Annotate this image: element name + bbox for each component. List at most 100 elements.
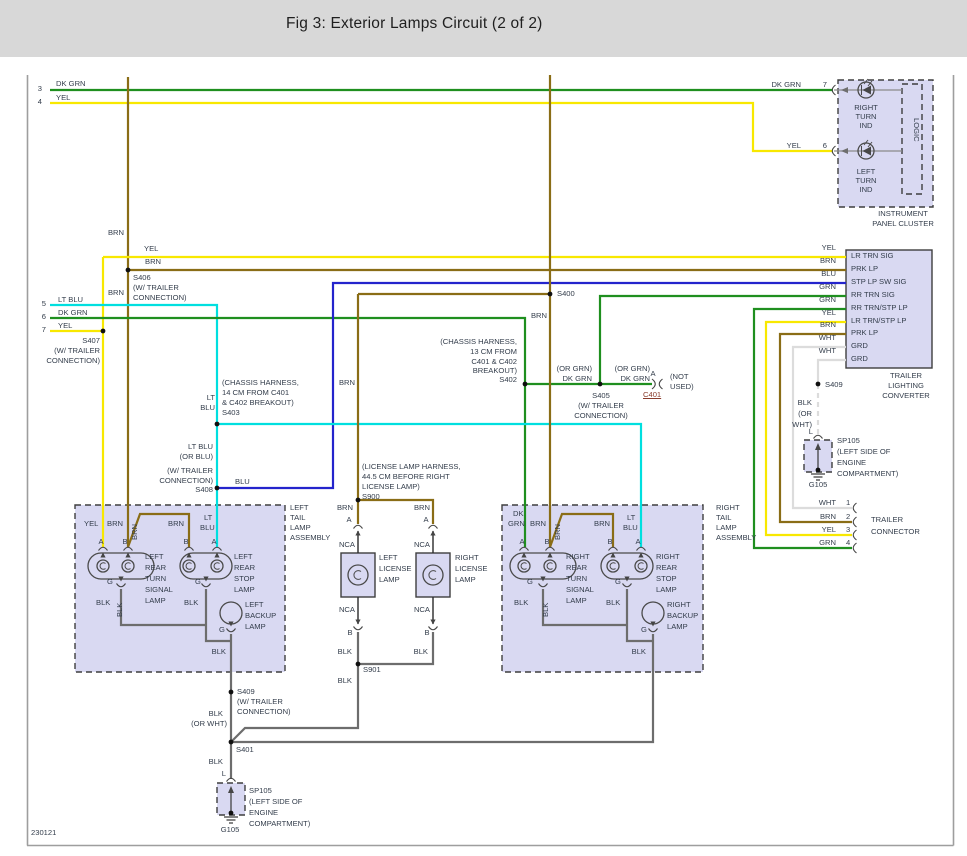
wire-label: GRN [508, 520, 525, 529]
wire-label: BLK [514, 599, 528, 608]
wire-label: SIGNAL [145, 586, 173, 595]
wire-label: BLU [200, 524, 215, 533]
wire-label: LICENSE [379, 565, 412, 574]
wire-label: BRN [337, 504, 353, 513]
wire-label: NCA [414, 541, 430, 550]
wire-label: BRN [339, 379, 355, 388]
wire-label: (LEFT SIDE OF [837, 448, 890, 457]
component-label: TRAILER [871, 516, 903, 525]
splice-label: S901 [363, 666, 381, 675]
wire-label: LAMP [455, 576, 476, 585]
pin-connector [853, 543, 856, 553]
wire-label: BLK [632, 648, 646, 657]
pin-connector [853, 503, 856, 513]
left-license-lamp-box [341, 553, 375, 597]
pin-number: 3 [38, 85, 42, 94]
wire-label: BLK [798, 399, 812, 408]
wire-label: BLK [184, 599, 198, 608]
wire-label: YEL [56, 94, 70, 103]
component-label: ASSEMBLY [716, 534, 756, 543]
wire-label: A [519, 538, 524, 547]
wire-label: BLK [542, 603, 551, 617]
wire-label: G [219, 626, 225, 635]
wire-label: B [607, 538, 612, 547]
wire-label: (CHASSIS HARNESS, [222, 379, 299, 388]
wire-label: LT BLU [188, 443, 213, 452]
terminal-arrow [355, 531, 360, 536]
splice-label: S409 [237, 688, 255, 697]
pin-number: 6 [823, 142, 827, 151]
wire-label: BRN [108, 289, 124, 298]
connector-layer [99, 85, 857, 782]
wire-label: G [107, 578, 113, 587]
wire-label: COMPARTMENT) [837, 470, 898, 479]
component-label: TRAILER [890, 372, 922, 381]
pin-connector [853, 517, 856, 527]
wire-label: GRN [819, 296, 836, 305]
wire-label: YEL [822, 309, 836, 318]
wire-label: (W/ TRAILER [133, 284, 179, 293]
wire-label: BRN [820, 513, 836, 522]
component-label: PANEL CLUSTER [872, 220, 934, 229]
splice-label: S409 [825, 381, 843, 390]
wire-label: (W/ TRAILER [237, 698, 283, 707]
pin-number: 7 [823, 81, 827, 90]
splice-dot-s409-left [229, 690, 234, 695]
wire-label: WHT [819, 334, 836, 343]
ground-label: G105 [809, 481, 828, 490]
wire-label: LAMP [566, 597, 587, 606]
wire-label: RIGHT [667, 601, 691, 610]
wire-label: COMPARTMENT) [249, 820, 310, 829]
wire-label: STOP [234, 575, 255, 584]
wire-label: NCA [339, 541, 355, 550]
wire-label: LT [207, 394, 215, 403]
splice-dot-s407 [101, 329, 106, 334]
wire-label: A [635, 538, 640, 547]
wire-label: TURN [566, 575, 587, 584]
pin-number: 4 [846, 539, 850, 548]
wire-label: (CHASSIS HARNESS, [440, 338, 517, 347]
splice-label: S408 [195, 486, 213, 495]
wire-label: BRN [168, 520, 184, 529]
wire-label: LICENSE [455, 565, 488, 574]
wire-label: B [424, 629, 429, 638]
wire-label: BLK [209, 710, 223, 719]
inline-connector [652, 379, 655, 389]
terminal-arc [354, 525, 363, 528]
wire-label: DK GRN [771, 81, 801, 90]
wire-label: BLK [606, 599, 620, 608]
terminal-arrow [355, 620, 360, 625]
inline-connector [814, 435, 823, 438]
wire-label: LEFT [234, 553, 253, 562]
diagram-code: 230121 [31, 829, 56, 838]
pin-number: 2 [846, 513, 850, 522]
connector-label: C401 [643, 391, 661, 400]
wire-label: (OR WHT) [191, 720, 227, 729]
wire-label: STP LP SW SIG [851, 278, 906, 287]
wire-label: LICENSE LAMP) [362, 483, 420, 492]
wire-label: ENGINE [837, 459, 866, 468]
pin-number: 4 [38, 98, 42, 107]
wire-label: G [641, 626, 647, 635]
wire-label: GRD [851, 355, 868, 364]
wire-label: LT [204, 514, 212, 523]
wire-label: YEL [144, 245, 158, 254]
wire-label: CONNECTION) [133, 294, 187, 303]
wire-label: PRK LP [851, 329, 878, 338]
wire-label: REAR [656, 564, 677, 573]
wire-label: BRN [820, 257, 836, 266]
splice-dot-s901 [356, 662, 361, 667]
wire-yel [50, 103, 833, 151]
wire-label: RIGHT [455, 554, 479, 563]
wire-label: BRN [531, 312, 547, 321]
wire-label: LT BLU [58, 296, 83, 305]
wire-label: DK GRN [56, 80, 86, 89]
component-label: RIGHT [716, 504, 740, 513]
wire-label: B [183, 538, 188, 547]
wire-label: DK [513, 510, 524, 519]
wire-label: YEL [822, 526, 836, 535]
wire-label: A [98, 538, 103, 547]
terminal-arrow [430, 531, 435, 536]
inline-connector [227, 778, 236, 781]
wire-label: (NOT [670, 373, 689, 382]
